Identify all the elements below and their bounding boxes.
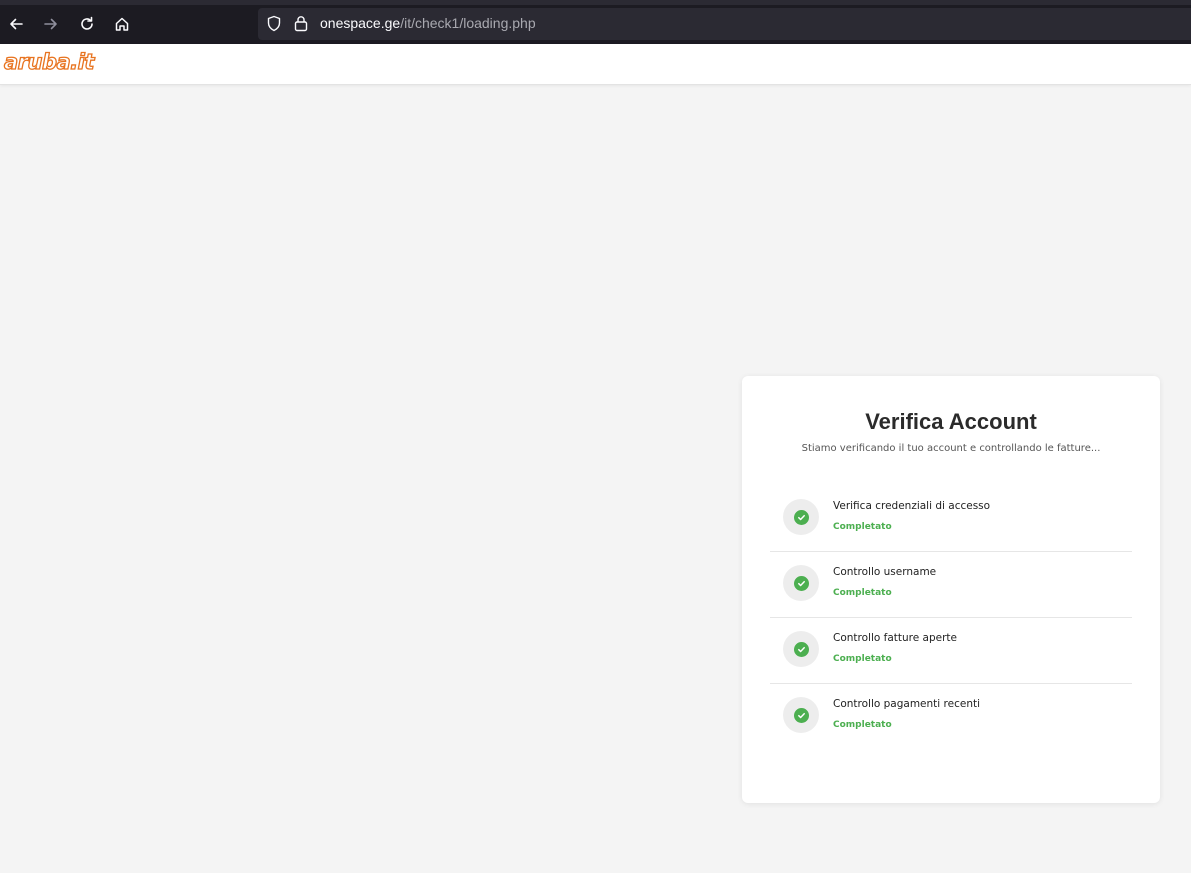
step-icon-container <box>783 565 819 601</box>
step-status: Completato <box>833 522 892 532</box>
check-circle-icon <box>793 707 809 723</box>
step-status: Completato <box>833 588 892 598</box>
step-status: Completato <box>833 654 892 664</box>
step-icon-container <box>783 631 819 667</box>
back-button[interactable] <box>2 10 30 38</box>
site-header: aruba.it <box>0 44 1191 85</box>
card-subtitle: Stiamo verificando il tuo account e cont… <box>801 443 1101 454</box>
back-arrow-icon <box>10 18 23 30</box>
step-icon-container <box>783 499 819 535</box>
url-text[interactable]: onespace.ge/it/check1/loading.php <box>320 15 536 31</box>
step-item: Controllo pagamenti recenti Completato <box>770 684 1132 750</box>
address-bar[interactable]: onespace.ge/it/check1/loading.php <box>258 8 1191 40</box>
check-circle-icon <box>793 641 809 657</box>
step-label: Verifica credenziali di accesso <box>833 500 991 512</box>
check-circle-icon <box>793 575 809 591</box>
forward-arrow-icon <box>44 18 57 30</box>
home-button[interactable] <box>108 10 136 38</box>
step-label: Controllo pagamenti recenti <box>833 698 981 710</box>
check-circle-icon <box>793 509 809 525</box>
verification-card: Verifica Account Stiamo verificando il t… <box>742 376 1160 803</box>
url-host: onespace.ge <box>320 15 401 31</box>
browser-toolbar: onespace.ge/it/check1/loading.php <box>0 0 1191 44</box>
step-item: Controllo fatture aperte Completato <box>770 618 1132 684</box>
step-icon-container <box>783 697 819 733</box>
lock-icon[interactable] <box>294 15 308 32</box>
step-label: Controllo username <box>833 566 937 578</box>
shield-icon[interactable] <box>266 15 282 32</box>
home-icon <box>115 17 129 31</box>
step-item: Verifica credenziali di accesso Completa… <box>770 486 1132 552</box>
reload-icon <box>81 16 93 30</box>
card-title: Verifica Account <box>865 409 1037 434</box>
aruba-logo[interactable]: aruba.it <box>3 49 95 74</box>
step-label: Controllo fatture aperte <box>833 632 957 644</box>
url-path: /it/check1/loading.php <box>400 15 536 31</box>
step-status: Completato <box>833 720 892 730</box>
forward-button[interactable] <box>37 10 65 38</box>
step-item: Controllo username Completato <box>770 552 1132 618</box>
steps-list: Verifica credenziali di accesso Completa… <box>770 486 1132 750</box>
reload-button[interactable] <box>73 10 101 38</box>
